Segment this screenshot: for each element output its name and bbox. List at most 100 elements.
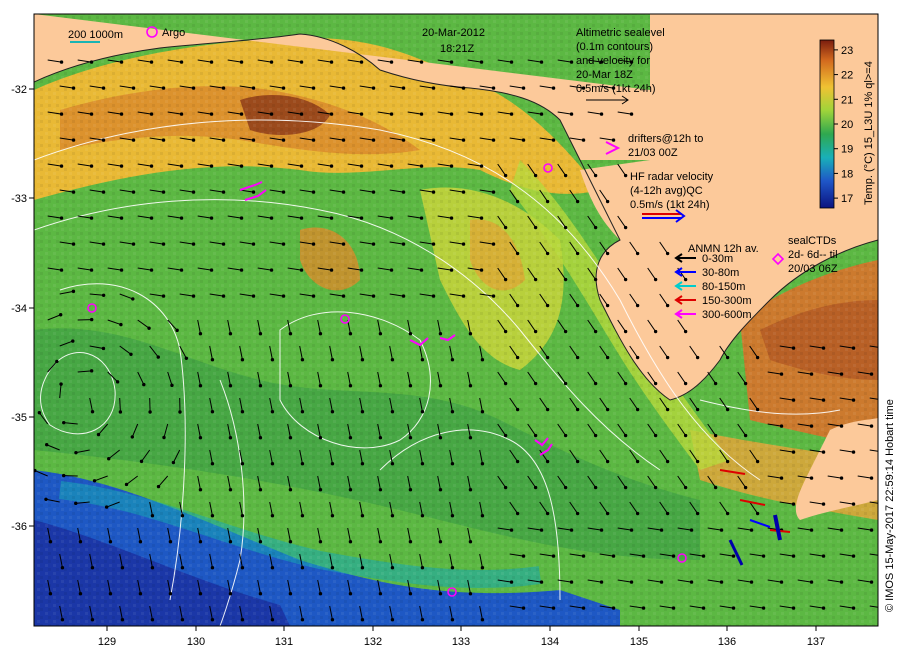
velocity-arrow-head (240, 410, 245, 414)
velocity-arrow-head (438, 384, 443, 388)
velocity-arrow-head (515, 511, 520, 516)
velocity-arrow-head (221, 190, 226, 194)
velocity-arrow-head (533, 381, 538, 386)
velocity-arrow-head (390, 462, 395, 466)
velocity-arrow-head (701, 606, 706, 610)
velocity-arrow-head (318, 436, 323, 440)
velocity-arrow-head (450, 462, 455, 466)
colorbar-tick-label: 19 (841, 144, 853, 156)
velocity-arrow-head (329, 60, 334, 64)
velocity-arrow-head (821, 606, 826, 610)
velocity-arrow-head (851, 346, 856, 350)
velocity-arrow-head (725, 355, 730, 360)
velocity-arrow-head (480, 566, 485, 570)
velocity-arrow-head (503, 329, 508, 334)
velocity-arrow-head (371, 86, 376, 90)
velocity-arrow-head (270, 566, 275, 570)
velocity-arrow-head (119, 112, 124, 116)
velocity-arrow-head (611, 138, 616, 142)
colorbar-tick-label: 22 (841, 70, 853, 82)
velocity-arrow-head (515, 303, 520, 308)
velocity-arrow-head (755, 355, 760, 360)
velocity-arrow-head (198, 488, 203, 492)
velocity-arrow-head (89, 60, 94, 64)
velocity-arrow-head (869, 580, 874, 584)
velocity-arrow-head (74, 501, 78, 506)
velocity-arrow-head (641, 606, 646, 610)
velocity-arrow-head (74, 450, 78, 455)
velocity-arrow-head (180, 566, 185, 570)
velocity-arrow-head (378, 488, 383, 492)
velocity-arrow-head (449, 112, 454, 116)
velocity-arrow-head (450, 514, 455, 518)
hf-radar-line2: (4-12h avg)QC (630, 185, 703, 197)
velocity-arrow-head (575, 303, 580, 308)
velocity-arrow-head (148, 410, 152, 414)
velocity-arrow-head (191, 242, 196, 246)
velocity-arrow-head (479, 268, 484, 272)
velocity-arrow-head (659, 580, 664, 584)
velocity-arrow-head (228, 592, 233, 596)
velocity-arrow-head (545, 459, 550, 464)
velocity-arrow-head (59, 60, 64, 64)
velocity-arrow-head (89, 268, 94, 272)
velocity-arrow-head (360, 566, 365, 570)
hf-radar-line3: 0.5m/s (1kt 24h) (630, 199, 709, 211)
velocity-arrow-head (101, 86, 106, 90)
velocity-arrow-head (605, 251, 610, 256)
anmn-legend-label: 30-80m (702, 267, 739, 279)
velocity-arrow-head (449, 268, 454, 272)
lat-tick-label: -36 (11, 521, 27, 533)
velocity-arrow-head (299, 268, 304, 272)
velocity-arrow-head (779, 580, 784, 584)
velocity-arrow-head (420, 462, 425, 466)
velocity-arrow-head (545, 199, 550, 204)
velocity-arrow-head (671, 554, 676, 558)
velocity-arrow-head (71, 339, 75, 343)
lon-tick-label: 137 (807, 636, 825, 648)
velocity-arrow-head (419, 216, 424, 220)
velocity-arrow-head (869, 476, 874, 480)
map-area (34, 14, 878, 626)
velocity-arrow-head (90, 618, 95, 622)
velocity-arrow-head (37, 411, 42, 415)
velocity-arrow-head (71, 242, 76, 246)
velocity-arrow-head (330, 566, 335, 570)
velocity-arrow-head (240, 566, 245, 570)
velocity-arrow-head (491, 138, 496, 142)
velocity-arrow-head (761, 554, 766, 558)
velocity-arrow-head (533, 433, 538, 438)
velocity-arrow-head (809, 372, 814, 376)
velocity-arrow-head (563, 173, 568, 178)
velocity-arrow-head (791, 450, 796, 454)
velocity-arrow-head (438, 436, 443, 440)
velocity-arrow-head (479, 164, 484, 168)
velocity-arrow-head (330, 618, 335, 622)
velocity-arrow-head (131, 242, 136, 246)
velocity-arrow-head (209, 112, 214, 116)
velocity-arrow-head (78, 592, 83, 596)
velocity-arrow-head (389, 216, 394, 220)
velocity-arrow-head (378, 436, 383, 440)
velocity-arrow-head (101, 242, 106, 246)
seal-ctd-line3: 20/03 06Z (788, 263, 838, 275)
velocity-arrow-head (581, 138, 586, 142)
velocity-arrow-head (581, 554, 586, 558)
velocity-arrow-head (563, 433, 568, 438)
velocity-arrow-head (450, 618, 455, 622)
velocity-arrow-head (569, 60, 574, 64)
velocity-arrow-head (419, 164, 424, 168)
velocity-arrow-head (251, 138, 256, 142)
velocity-arrow-head (851, 502, 856, 506)
lon-tick-label: 131 (275, 636, 293, 648)
velocity-arrow-head (491, 86, 496, 90)
velocity-arrow-head (108, 540, 113, 544)
velocity-arrow-head (281, 242, 286, 246)
velocity-arrow-head (318, 540, 323, 544)
velocity-arrow-head (175, 328, 179, 333)
velocity-arrow-head (539, 528, 544, 532)
velocity-arrow-head (468, 436, 473, 440)
velocity-arrow-head (683, 329, 688, 334)
velocity-arrow-head (479, 60, 484, 64)
velocity-arrow-head (545, 251, 550, 256)
